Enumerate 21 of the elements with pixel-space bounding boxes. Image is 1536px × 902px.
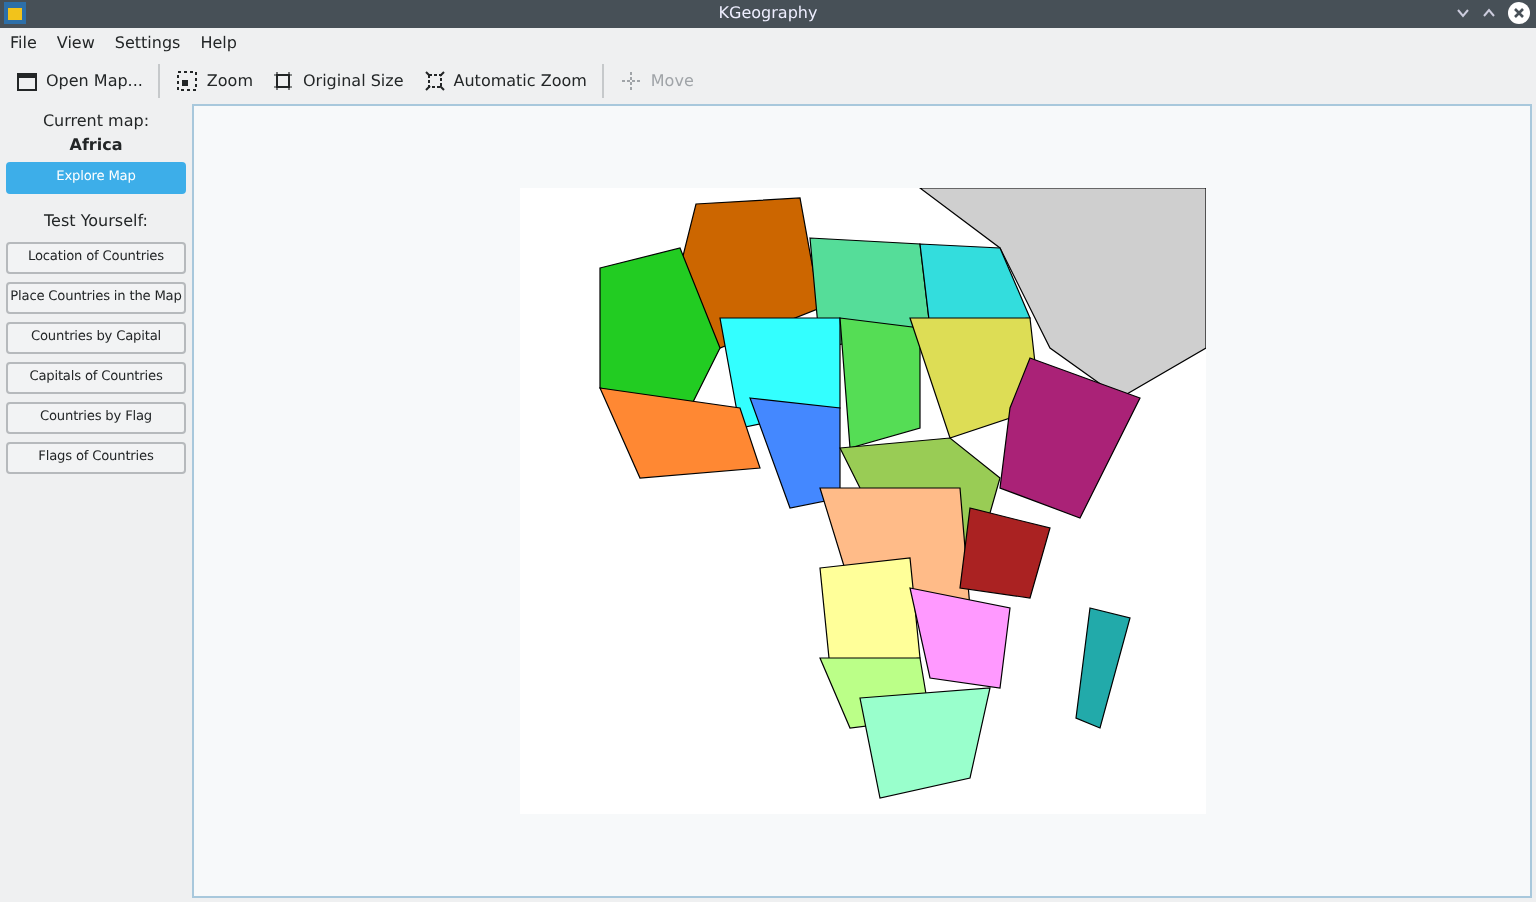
window-title: KGeography bbox=[718, 2, 818, 26]
menu-item[interactable]: View bbox=[56, 31, 95, 55]
original-button[interactable]: Original Size bbox=[264, 65, 412, 97]
minimize-icon[interactable] bbox=[1456, 8, 1470, 18]
frame-icon bbox=[272, 70, 295, 92]
close-icon[interactable] bbox=[1508, 2, 1530, 24]
zoom-button[interactable]: Zoom bbox=[168, 65, 261, 97]
zoom-icon bbox=[176, 70, 199, 92]
move-icon bbox=[620, 70, 643, 92]
auto-button[interactable]: Automatic Zoom bbox=[415, 65, 595, 97]
maximize-icon[interactable] bbox=[1482, 8, 1496, 18]
open-button[interactable]: Open Map... bbox=[8, 65, 151, 97]
menu-item[interactable]: Settings bbox=[114, 31, 181, 55]
current-map-label: Current map: bbox=[40, 110, 152, 134]
test-yourself-label: Test Yourself: bbox=[42, 210, 150, 234]
app-icon bbox=[4, 2, 26, 24]
folder-icon bbox=[16, 70, 38, 92]
menu-item[interactable]: File bbox=[10, 31, 37, 55]
auto-zoom-icon bbox=[423, 70, 446, 92]
menu-item[interactable]: Help bbox=[200, 31, 237, 55]
current-map-name: Africa bbox=[67, 134, 125, 158]
